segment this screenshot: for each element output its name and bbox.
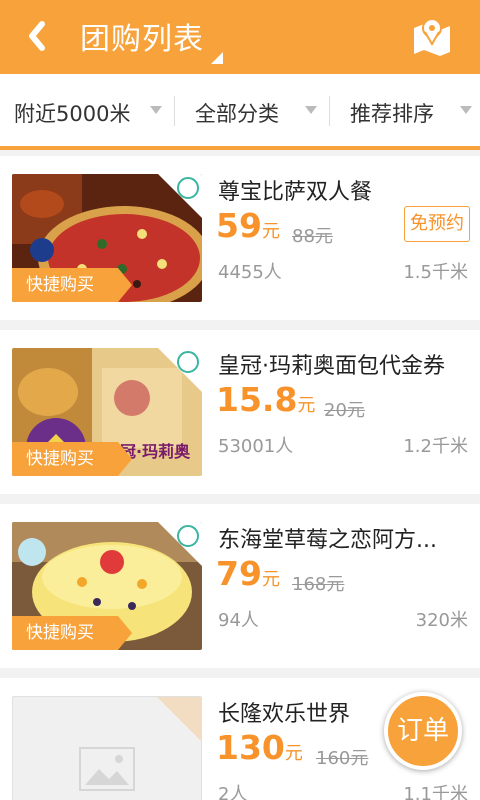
deal-name: 东海堂草莓之恋阿方... bbox=[218, 528, 437, 553]
price-value: 130 bbox=[216, 728, 285, 767]
deal-price: 15.8元 bbox=[216, 380, 315, 419]
sold-count: 94人 bbox=[218, 610, 259, 631]
price-unit: 元 bbox=[261, 221, 280, 242]
sold-count: 4455人 bbox=[218, 262, 282, 283]
deal-price: 79元 bbox=[216, 554, 280, 593]
app-header: 团购列表 bbox=[0, 0, 480, 74]
quick-buy-button[interactable]: 快捷购买 bbox=[12, 268, 132, 302]
distance: 1.1千米 bbox=[403, 784, 468, 800]
meituan-corner-icon bbox=[158, 348, 202, 392]
deal-item[interactable]: 皇冠·玛莉奥 快捷购买 皇冠·玛莉奥面包代金券 15.8元 20元 53001人… bbox=[0, 330, 480, 494]
deal-price: 130元 bbox=[216, 728, 303, 767]
quick-buy-button[interactable]: 快捷购买 bbox=[12, 442, 132, 476]
chevron-down-icon bbox=[460, 106, 472, 114]
meituan-corner-icon bbox=[158, 522, 202, 566]
price-unit: 元 bbox=[261, 569, 280, 590]
distance: 320米 bbox=[415, 610, 468, 631]
quick-buy-button[interactable]: 快捷购买 bbox=[12, 616, 132, 650]
original-price: 160元 bbox=[316, 748, 369, 769]
deal-name: 长隆欢乐世界 bbox=[218, 702, 351, 727]
deal-thumbnail: 皇冠·玛莉奥 快捷购买 bbox=[12, 348, 202, 476]
page-title: 团购列表 bbox=[80, 22, 204, 57]
meituan-corner-icon bbox=[157, 697, 201, 741]
deal-name: 尊宝比萨双人餐 bbox=[218, 180, 373, 205]
deal-price: 59元 bbox=[216, 206, 280, 245]
chevron-down-icon bbox=[305, 106, 317, 114]
no-reservation-badge: 免预约 bbox=[404, 206, 470, 242]
distance: 1.5千米 bbox=[403, 262, 468, 283]
filter-sort-label: 推荐排序 bbox=[350, 102, 434, 126]
deal-item[interactable]: 快捷购买 尊宝比萨双人餐 59元 88元 免预约 4455人 1.5千米 bbox=[0, 156, 480, 320]
filter-bar: 附近5000米 全部分类 推荐排序 bbox=[0, 74, 480, 150]
original-price: 88元 bbox=[292, 226, 333, 247]
title-dropdown-indicator bbox=[211, 52, 223, 64]
deal-item[interactable]: 快捷购买 东海堂草莓之恋阿方... 79元 168元 94人 320米 bbox=[0, 504, 480, 668]
filter-sort[interactable]: 推荐排序 bbox=[330, 74, 480, 146]
sold-count: 2人 bbox=[218, 784, 248, 800]
deal-thumbnail: 快捷购买 bbox=[12, 174, 202, 302]
orders-fab-button[interactable]: 订单 bbox=[384, 692, 462, 770]
deal-thumbnail bbox=[12, 696, 202, 800]
meituan-corner-icon bbox=[158, 174, 202, 218]
price-unit: 元 bbox=[284, 743, 303, 764]
original-price: 168元 bbox=[292, 574, 345, 595]
deal-thumbnail: 快捷购买 bbox=[12, 522, 202, 650]
map-pin-icon[interactable] bbox=[410, 14, 454, 58]
distance: 1.2千米 bbox=[403, 436, 468, 457]
sold-count: 53001人 bbox=[218, 436, 294, 457]
price-unit: 元 bbox=[297, 395, 316, 416]
price-value: 79 bbox=[216, 554, 262, 593]
filter-category-label: 全部分类 bbox=[195, 102, 279, 126]
filter-distance[interactable]: 附近5000米 bbox=[0, 74, 174, 146]
original-price: 20元 bbox=[324, 400, 365, 421]
chevron-down-icon bbox=[150, 106, 162, 114]
image-placeholder-icon bbox=[79, 747, 135, 791]
price-value: 15.8 bbox=[216, 380, 298, 419]
filter-distance-label: 附近5000米 bbox=[14, 102, 131, 126]
back-chevron-icon[interactable] bbox=[18, 14, 58, 58]
filter-category[interactable]: 全部分类 bbox=[175, 74, 329, 146]
price-value: 59 bbox=[216, 206, 262, 245]
deal-name: 皇冠·玛莉奥面包代金券 bbox=[218, 354, 445, 379]
